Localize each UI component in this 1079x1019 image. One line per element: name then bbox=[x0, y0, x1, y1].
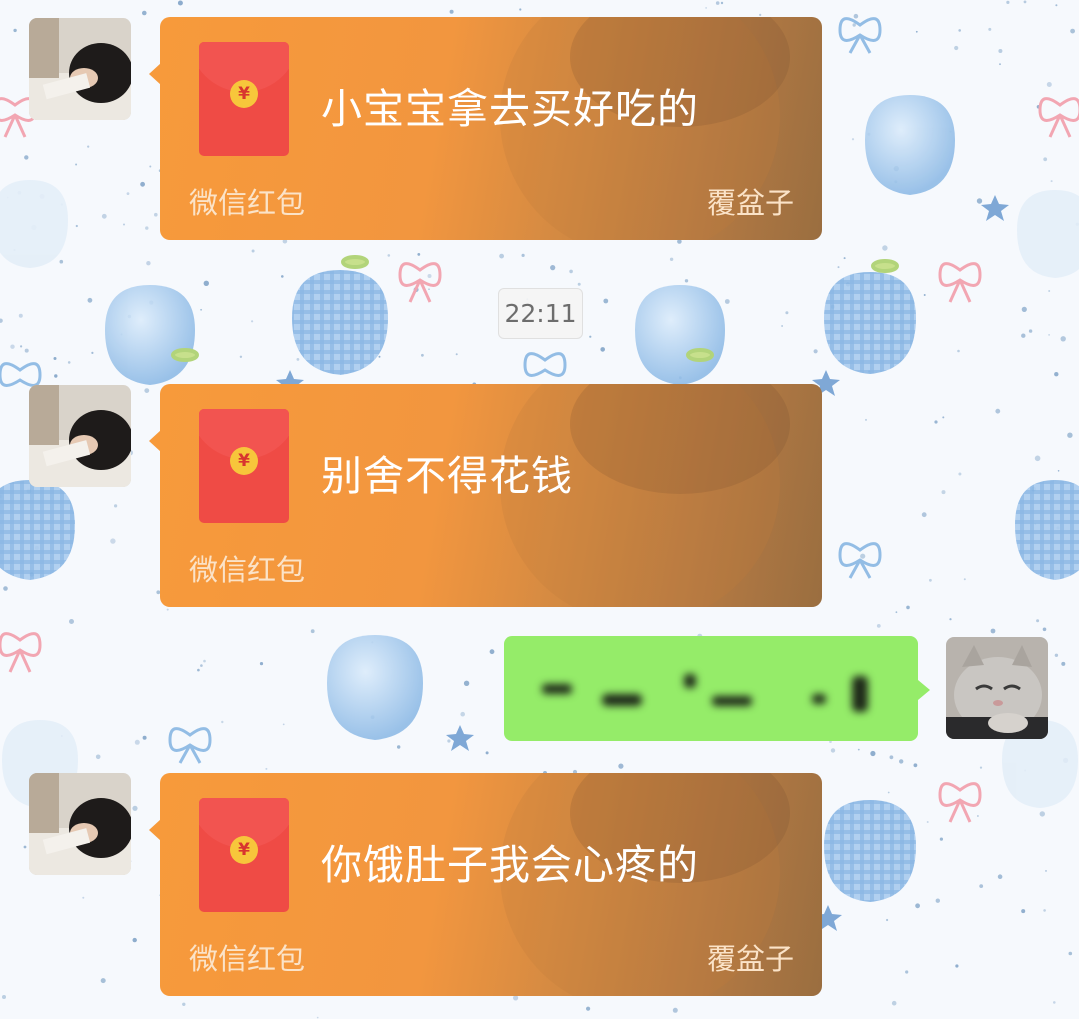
red-packet-message[interactable]: ¥ 别舍不得花钱 微信红包 bbox=[149, 384, 822, 607]
yuan-coin-icon: ¥ bbox=[230, 80, 258, 108]
wechat-red-packet-label: 微信红包 bbox=[189, 186, 306, 220]
bubble-tail bbox=[149, 63, 161, 85]
yuan-coin-icon: ¥ bbox=[230, 836, 258, 864]
my-text-message[interactable] bbox=[504, 636, 930, 741]
red-packet-text: 别舍不得花钱 bbox=[321, 452, 573, 500]
chat-timestamp: 22:11 bbox=[498, 288, 583, 339]
yuan-coin-icon: ¥ bbox=[230, 447, 258, 475]
red-packet-sender: 覆盆子 bbox=[706, 942, 794, 976]
red-envelope-icon: ¥ bbox=[199, 409, 289, 523]
avatar-cat[interactable] bbox=[946, 637, 1048, 739]
bubble-tail bbox=[149, 819, 161, 841]
red-packet-message[interactable]: ¥ 小宝宝拿去买好吃的 微信红包 覆盆子 bbox=[149, 17, 822, 240]
avatar-girl[interactable] bbox=[29, 18, 131, 120]
red-packet-text: 小宝宝拿去买好吃的 bbox=[321, 85, 699, 133]
avatar-girl[interactable] bbox=[29, 773, 131, 875]
red-envelope-icon: ¥ bbox=[199, 798, 289, 912]
bubble-tail bbox=[149, 430, 161, 452]
red-envelope-icon: ¥ bbox=[199, 42, 289, 156]
wechat-red-packet-label: 微信红包 bbox=[189, 942, 306, 976]
red-packet-text: 你饿肚子我会心疼的 bbox=[321, 841, 699, 889]
avatar-girl[interactable] bbox=[29, 385, 131, 487]
red-packet-sender: 覆盆子 bbox=[706, 186, 794, 220]
red-packet-message[interactable]: ¥ 你饿肚子我会心疼的 微信红包 覆盆子 bbox=[149, 773, 822, 996]
bubble-tail bbox=[918, 680, 930, 700]
wechat-red-packet-label: 微信红包 bbox=[189, 553, 306, 587]
blurred-text bbox=[542, 674, 868, 712]
